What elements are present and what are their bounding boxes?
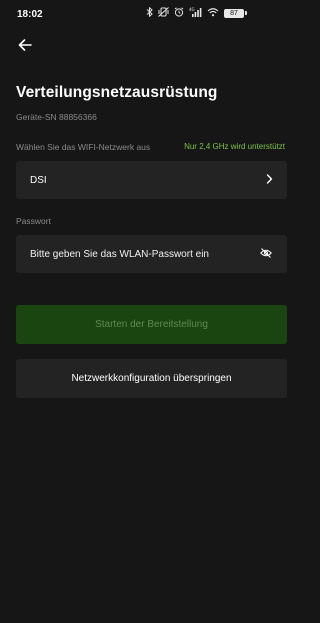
wifi-network-label: Wählen Sie das WIFI-Netzwerk aus — [16, 142, 151, 152]
wifi-password-input[interactable] — [30, 248, 259, 260]
skip-network-configuration-button[interactable]: Netzwerkkonfiguration überspringen — [16, 359, 287, 398]
chevron-right-icon — [266, 171, 273, 189]
password-field-container — [16, 235, 287, 273]
alarm-icon — [174, 7, 184, 19]
wifi-frequency-hint: Nur 2,4 GHz wird unterstützt — [184, 142, 285, 151]
status-bar: 18:02 4G 87 — [0, 0, 295, 28]
bluetooth-icon — [146, 6, 153, 19]
svg-text:4G: 4G — [189, 7, 195, 12]
device-serial-number: Geräte-SN 88856366 — [16, 112, 97, 122]
arrow-left-icon — [18, 38, 32, 56]
back-button[interactable] — [14, 36, 36, 58]
battery-icon: 87 — [224, 8, 247, 18]
page-title: Verteilungsnetzausrüstung — [16, 84, 218, 101]
status-time: 18:02 — [17, 9, 43, 20]
start-provisioning-button[interactable]: Starten der Bereitstellung — [16, 305, 287, 344]
password-label: Passwort — [16, 216, 51, 226]
eye-off-icon — [260, 245, 272, 263]
status-icons: 4G 87 — [146, 6, 247, 19]
selected-wifi-network: DSI — [30, 174, 47, 186]
battery-level: 87 — [224, 8, 244, 18]
cellular-signal-icon: 4G — [189, 7, 202, 19]
wifi-icon — [207, 7, 219, 19]
wifi-network-selector[interactable]: DSI — [16, 161, 287, 199]
toggle-password-visibility-button[interactable] — [259, 247, 273, 261]
vibrate-icon — [158, 7, 169, 19]
